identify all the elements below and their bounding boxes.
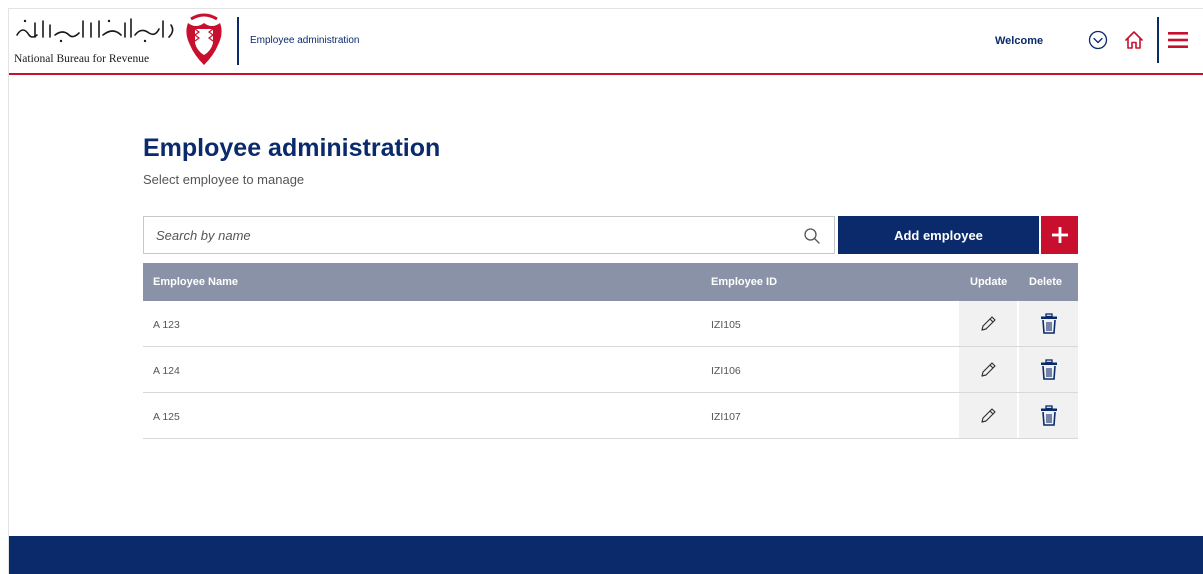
- trash-icon: [1040, 358, 1057, 380]
- home-button[interactable]: [1122, 28, 1146, 52]
- menu-divider: [1157, 17, 1159, 63]
- trash-icon: [1040, 312, 1057, 334]
- plus-icon: [1051, 227, 1068, 243]
- update-employee-button[interactable]: [959, 301, 1017, 346]
- emblem-icon: [186, 13, 222, 65]
- pencil-icon: [981, 361, 996, 377]
- employee-table: Employee Name Employee ID Update Delete …: [143, 263, 1078, 439]
- page-subtitle: Select employee to manage: [143, 172, 305, 187]
- brand-logo[interactable]: National Bureau for Revenue: [13, 13, 233, 69]
- table-row: A 124 IZI106: [143, 347, 1078, 393]
- delete-employee-button[interactable]: [1019, 393, 1078, 438]
- trash-icon: [1040, 404, 1057, 426]
- column-header-delete: Delete: [1029, 276, 1063, 288]
- column-header-update: Update: [970, 276, 1008, 288]
- chevron-down-circle-icon: [1088, 30, 1108, 50]
- delete-employee-button[interactable]: [1019, 347, 1078, 392]
- table-row: A 125 IZI107: [143, 393, 1078, 439]
- update-employee-button[interactable]: [959, 347, 1017, 392]
- employee-name-cell: A 123: [153, 319, 180, 331]
- top-header: National Bureau for Revenue Employee adm…: [9, 9, 1203, 75]
- table-header: Employee Name Employee ID Update Delete: [143, 263, 1078, 301]
- column-header-name: Employee Name: [153, 276, 238, 288]
- page-title: Employee administration: [143, 134, 441, 162]
- arabic-logotype: [16, 18, 174, 43]
- search-input[interactable]: [144, 217, 794, 253]
- header-section-title: Employee administration: [250, 35, 360, 46]
- column-header-id: Employee ID: [711, 276, 778, 288]
- account-dropdown-button[interactable]: [1087, 29, 1109, 51]
- pencil-icon: [981, 407, 996, 423]
- add-employee-plus-button[interactable]: [1041, 216, 1078, 254]
- page-footer: [9, 536, 1203, 574]
- add-employee-button[interactable]: Add employee: [838, 216, 1039, 254]
- search-box: [143, 216, 835, 254]
- welcome-label: Welcome: [995, 35, 1044, 47]
- search-icon[interactable]: [802, 226, 822, 246]
- home-icon: [1125, 31, 1143, 49]
- hamburger-menu-icon: [1168, 32, 1188, 48]
- header-divider: [237, 17, 239, 65]
- main-menu-button[interactable]: [1165, 27, 1191, 53]
- update-employee-button[interactable]: [959, 393, 1017, 438]
- delete-employee-button[interactable]: [1019, 301, 1078, 346]
- employee-id-cell: IZI107: [711, 411, 741, 423]
- pencil-icon: [981, 315, 996, 331]
- employee-name-cell: A 124: [153, 365, 180, 377]
- employee-name-cell: A 125: [153, 411, 180, 423]
- table-row: A 123 IZI105: [143, 301, 1078, 347]
- logo-english-text: National Bureau for Revenue: [14, 53, 150, 65]
- employee-id-cell: IZI106: [711, 365, 741, 377]
- employee-id-cell: IZI105: [711, 319, 741, 331]
- app-window: National Bureau for Revenue Employee adm…: [8, 8, 1203, 574]
